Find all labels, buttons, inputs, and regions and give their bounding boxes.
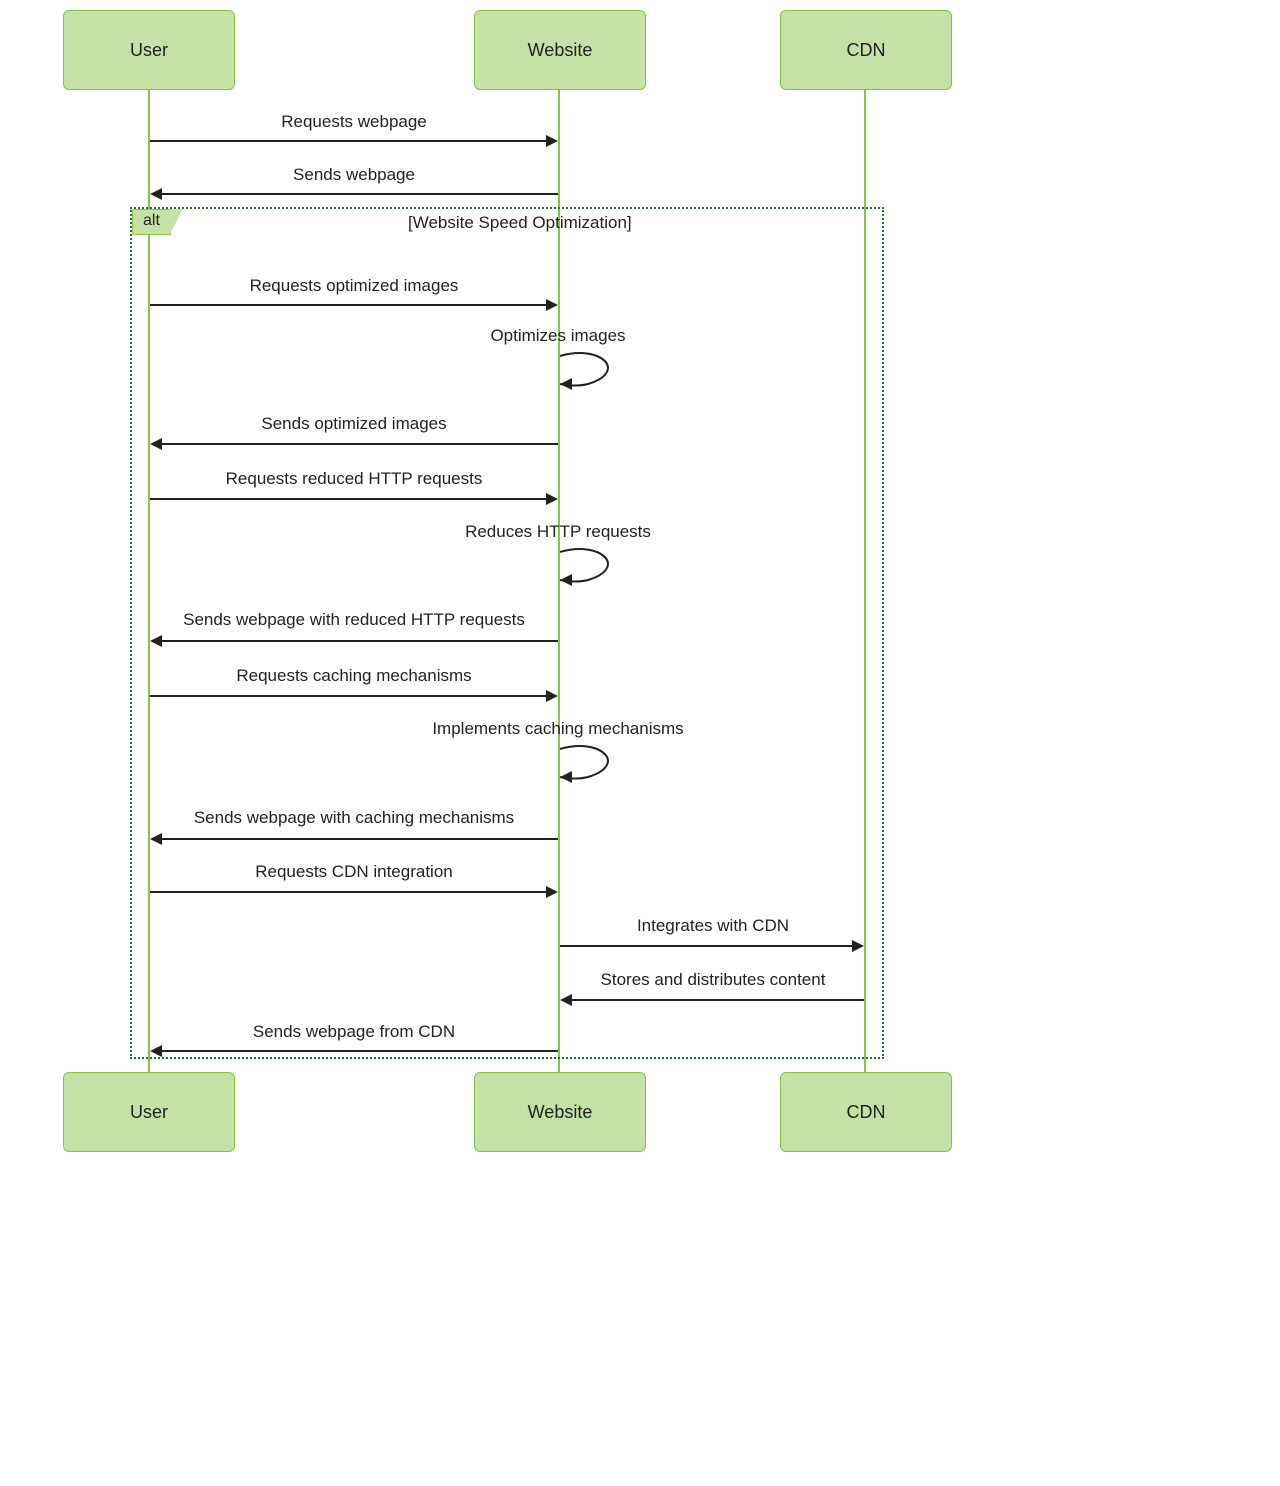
arrowhead-icon <box>546 493 558 505</box>
arrowhead-icon <box>546 690 558 702</box>
arrowhead-icon <box>546 299 558 311</box>
participant-label: User <box>130 1102 168 1123</box>
participant-website-top: Website <box>474 10 646 90</box>
message-arrow <box>150 695 546 697</box>
arrowhead-icon <box>546 135 558 147</box>
message-arrow <box>150 304 546 306</box>
message-label: Reduces HTTP requests <box>354 522 762 542</box>
message-arrow <box>572 999 864 1001</box>
message-label: Sends webpage with caching mechanisms <box>150 808 558 828</box>
arrowhead-icon <box>150 635 162 647</box>
participant-user-bottom: User <box>63 1072 235 1152</box>
message-label: Sends optimized images <box>150 414 558 434</box>
message-label: Stores and distributes content <box>560 970 866 990</box>
participant-cdn-top: CDN <box>780 10 952 90</box>
participant-label: User <box>130 40 168 61</box>
arrowhead-icon <box>546 886 558 898</box>
message-arrow <box>162 838 558 840</box>
arrowhead-icon <box>852 940 864 952</box>
message-label: Sends webpage <box>150 165 558 185</box>
message-arrow <box>162 443 558 445</box>
participant-label: Website <box>528 40 593 61</box>
message-label: Requests webpage <box>150 112 558 132</box>
participant-website-bottom: Website <box>474 1072 646 1152</box>
alt-tag-label: alt <box>143 212 160 229</box>
message-arrow <box>150 498 546 500</box>
arrowhead-icon <box>150 833 162 845</box>
message-label: Requests reduced HTTP requests <box>150 469 558 489</box>
alt-tag: alt <box>132 209 171 235</box>
message-arrow <box>162 640 558 642</box>
message-label: Sends webpage with reduced HTTP requests <box>150 610 558 630</box>
participant-cdn-bottom: CDN <box>780 1072 952 1152</box>
participant-label: CDN <box>847 40 886 61</box>
message-arrow <box>162 1050 558 1052</box>
message-arrow <box>560 945 852 947</box>
message-label: Requests caching mechanisms <box>150 666 558 686</box>
message-arrow <box>162 193 558 195</box>
message-label: Implements caching mechanisms <box>354 719 762 739</box>
self-loop-icon <box>558 348 628 394</box>
arrowhead-icon <box>150 438 162 450</box>
message-arrow <box>150 140 546 142</box>
participant-label: CDN <box>847 1102 886 1123</box>
message-label: Requests CDN integration <box>150 862 558 882</box>
message-label: Integrates with CDN <box>560 916 866 936</box>
message-label: Optimizes images <box>354 326 762 346</box>
arrowhead-icon <box>560 994 572 1006</box>
arrowhead-icon <box>150 1045 162 1057</box>
self-loop-icon <box>558 741 628 787</box>
arrowhead-icon <box>150 188 162 200</box>
self-loop-icon <box>558 544 628 590</box>
alt-title: [Website Speed Optimization] <box>408 213 632 233</box>
message-label: Sends webpage from CDN <box>150 1022 558 1042</box>
participant-label: Website <box>528 1102 593 1123</box>
message-arrow <box>150 891 546 893</box>
message-label: Requests optimized images <box>150 276 558 296</box>
participant-user-top: User <box>63 10 235 90</box>
